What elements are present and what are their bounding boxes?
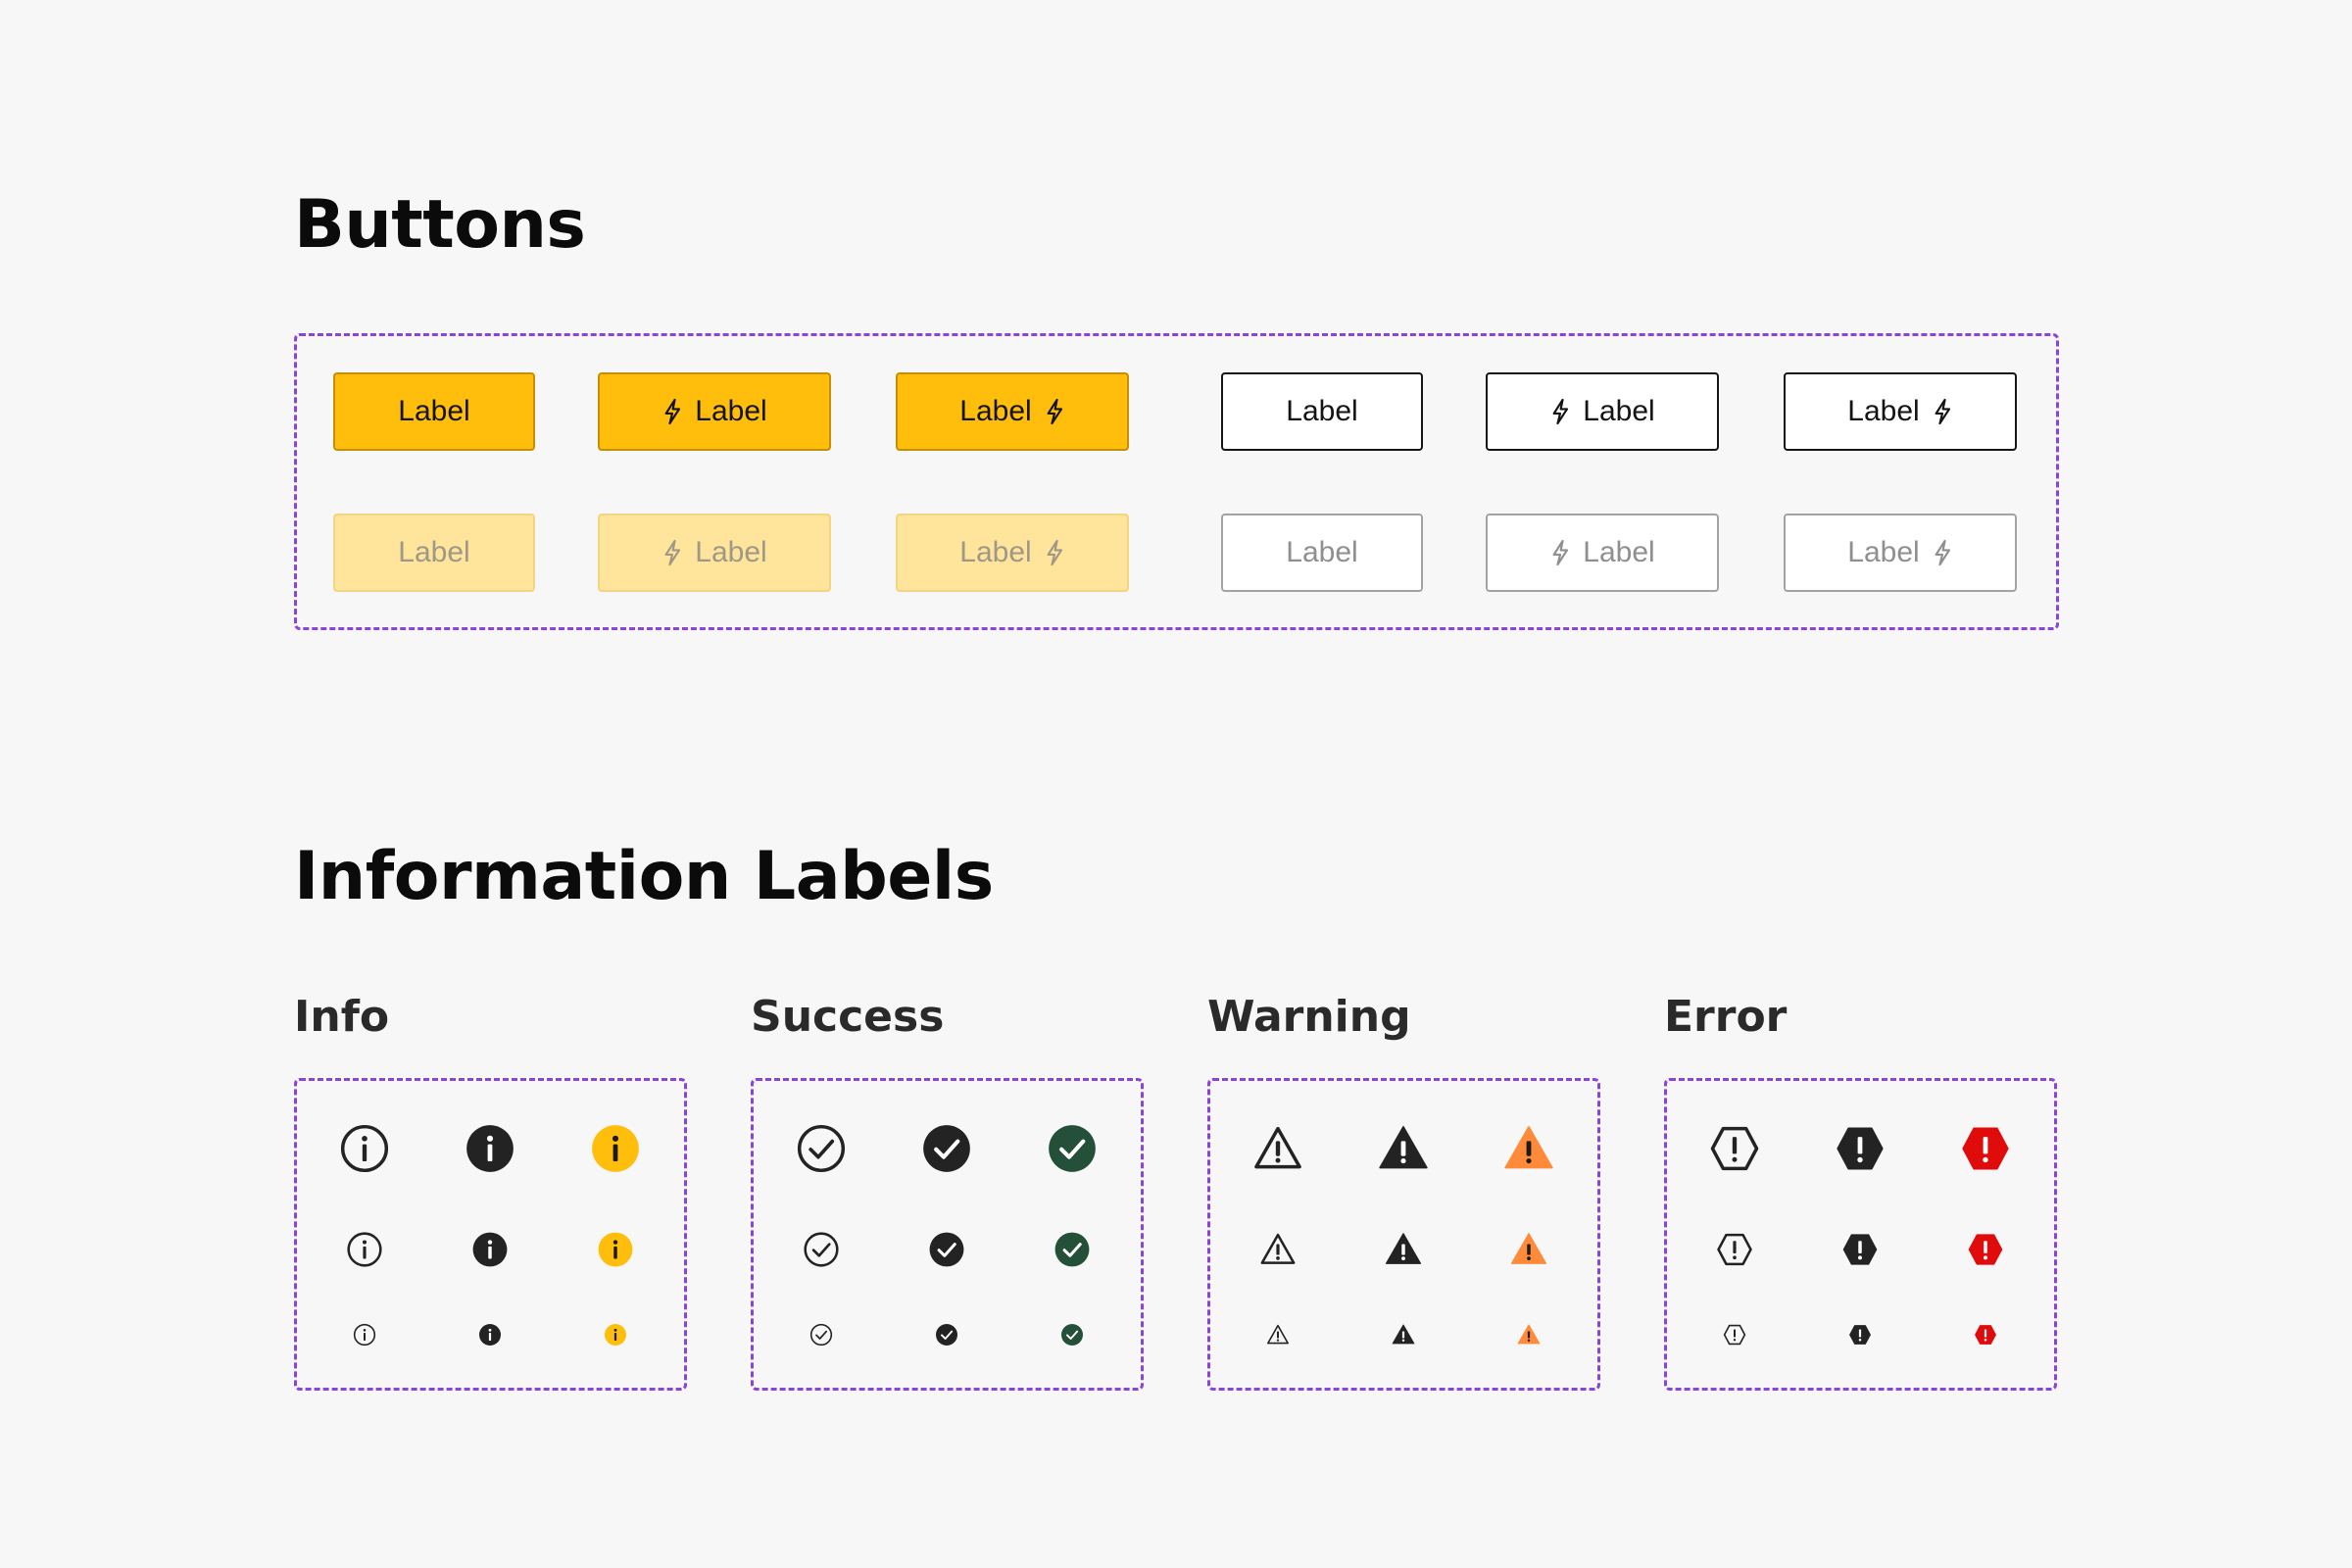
button-label: Label [959, 536, 1032, 568]
error-octagon-icon [1716, 1231, 1753, 1268]
lightning-icon [1044, 398, 1065, 425]
button-label: Label [1847, 395, 1920, 427]
info-icon [604, 1323, 627, 1347]
lightning-icon [1932, 398, 1953, 425]
lightning-icon [1932, 539, 1953, 566]
primary-button-disabled-icon-leading[interactable]: Label [598, 514, 831, 592]
error-icons-box [1664, 1078, 2057, 1391]
warning-triangle-icon [1510, 1231, 1547, 1268]
lightning-icon [662, 398, 683, 425]
button-label: Label [398, 395, 470, 427]
info-icon [597, 1231, 634, 1268]
button-label: Label [1583, 536, 1655, 568]
button-label: Label [695, 395, 767, 427]
error-octagon-icon [1960, 1123, 2011, 1174]
check-circle-icon [796, 1123, 847, 1174]
lightning-icon [1044, 539, 1065, 566]
info-icon [353, 1323, 376, 1347]
info-icon [590, 1123, 641, 1174]
error-group-title: Error [1664, 992, 1788, 1042]
check-circle-icon [935, 1323, 958, 1347]
info-icons-box [294, 1078, 687, 1391]
lightning-icon [1549, 398, 1571, 425]
primary-button-disabled[interactable]: Label [333, 514, 535, 592]
error-octagon-icon [1967, 1231, 2004, 1268]
warning-triangle-icon [1266, 1323, 1290, 1347]
warning-triangle-icon [1503, 1123, 1554, 1174]
primary-button-icon-leading[interactable]: Label [598, 372, 831, 451]
info-icon [346, 1231, 383, 1268]
success-icons-box [751, 1078, 1144, 1391]
warning-triangle-icon [1259, 1231, 1297, 1268]
lightning-icon [662, 539, 683, 566]
warning-triangle-icon [1385, 1231, 1422, 1268]
info-icon [478, 1323, 502, 1347]
outline-button-icon-trailing[interactable]: Label [1784, 372, 2017, 451]
check-circle-icon [1054, 1231, 1091, 1268]
check-circle-icon [1047, 1123, 1098, 1174]
warning-triangle-icon [1517, 1323, 1541, 1347]
outline-button-icon-leading[interactable]: Label [1486, 372, 1719, 451]
information-labels-section-title: Information Labels [294, 838, 994, 915]
error-octagon-icon [1841, 1231, 1879, 1268]
error-octagon-icon [1974, 1323, 1997, 1347]
button-label: Label [398, 536, 470, 568]
error-octagon-icon [1723, 1323, 1746, 1347]
buttons-section-title: Buttons [294, 186, 586, 264]
warning-triangle-icon [1392, 1323, 1415, 1347]
info-icon [339, 1123, 390, 1174]
check-circle-icon [928, 1231, 965, 1268]
primary-button-icon-trailing[interactable]: Label [896, 372, 1129, 451]
button-label: Label [1286, 536, 1358, 568]
warning-triangle-icon [1252, 1123, 1303, 1174]
primary-button-disabled-icon-trailing[interactable]: Label [896, 514, 1129, 592]
outline-button[interactable]: Label [1221, 372, 1423, 451]
outline-button-disabled[interactable]: Label [1221, 514, 1423, 592]
info-icon [465, 1123, 515, 1174]
success-group-title: Success [751, 992, 945, 1042]
button-label: Label [1583, 395, 1655, 427]
check-circle-icon [921, 1123, 972, 1174]
lightning-icon [1549, 539, 1571, 566]
button-label: Label [959, 395, 1032, 427]
check-circle-icon [809, 1323, 833, 1347]
outline-button-disabled-icon-leading[interactable]: Label [1486, 514, 1719, 592]
warning-group-title: Warning [1207, 992, 1411, 1042]
button-label: Label [1847, 536, 1920, 568]
error-octagon-icon [1835, 1123, 1886, 1174]
button-label: Label [695, 536, 767, 568]
check-circle-icon [1060, 1323, 1084, 1347]
primary-button[interactable]: Label [333, 372, 535, 451]
warning-triangle-icon [1378, 1123, 1429, 1174]
error-octagon-icon [1848, 1323, 1872, 1347]
outline-button-disabled-icon-trailing[interactable]: Label [1784, 514, 2017, 592]
button-label: Label [1286, 395, 1358, 427]
warning-icons-box [1207, 1078, 1600, 1391]
check-circle-icon [803, 1231, 840, 1268]
error-octagon-icon [1709, 1123, 1760, 1174]
info-group-title: Info [294, 992, 390, 1042]
info-icon [471, 1231, 509, 1268]
